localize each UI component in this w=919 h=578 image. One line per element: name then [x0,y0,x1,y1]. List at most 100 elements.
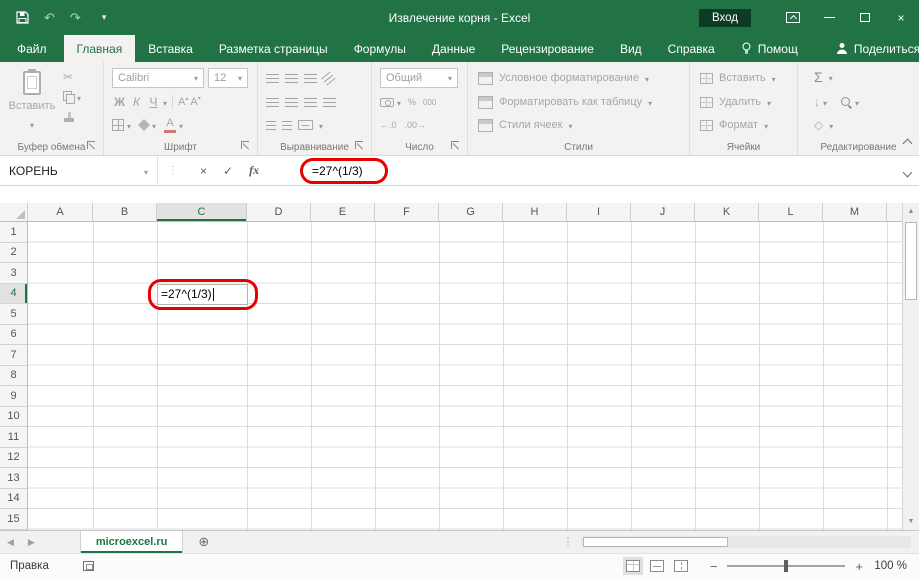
conditional-formatting-button[interactable]: Условное форматирование [478,68,649,88]
row-header-3[interactable]: 3 [0,263,27,284]
font-dialog-launcher[interactable] [241,141,251,151]
formula-input[interactable]: =27^(1/3) [312,156,363,185]
accounting-format-button[interactable] [380,95,401,109]
redo-button[interactable]: ↷ [70,10,81,26]
tab-formulas[interactable]: Формулы [341,35,419,62]
column-header-d[interactable]: D [247,203,311,221]
macro-record-icon[interactable] [83,561,94,571]
grid-cells-area[interactable] [28,222,902,530]
alignment-dialog-launcher[interactable] [355,141,365,151]
find-select-button[interactable] [841,95,859,109]
column-header-b[interactable]: B [93,203,157,221]
tab-help[interactable]: Справка [655,35,728,62]
undo-button[interactable]: ↶ [44,10,55,26]
view-normal-button[interactable] [626,560,640,572]
align-bottom-icon[interactable] [304,74,317,83]
fill-button[interactable]: ↓ [814,95,827,109]
align-left-icon[interactable] [266,98,279,107]
insert-cells-button[interactable]: Вставить [700,68,776,88]
row-header-15[interactable]: 15 [0,509,27,530]
minimize-button[interactable] [811,0,847,35]
zoom-level[interactable]: 100 % [873,560,907,572]
align-center-icon[interactable] [285,98,298,107]
row-header-12[interactable]: 12 [0,448,27,469]
font-size-combo[interactable]: 12 [208,68,248,88]
scroll-up-button[interactable]: ▲ [903,203,919,220]
name-box[interactable]: КОРЕНЬ [0,156,158,185]
column-header-i[interactable]: I [567,203,631,221]
paste-button[interactable]: Вставить [7,68,57,134]
column-header-f[interactable]: F [375,203,439,221]
tab-review[interactable]: Рецензирование [488,35,607,62]
close-button[interactable]: × [883,0,919,35]
horizontal-scrollbar[interactable] [581,536,911,548]
format-painter-button[interactable] [63,110,81,124]
row-header-11[interactable]: 11 [0,427,27,448]
zoom-out-button[interactable]: − [710,559,718,574]
collapse-ribbon-button[interactable] [904,136,911,150]
scroll-down-button[interactable]: ▼ [903,513,919,530]
row-header-5[interactable]: 5 [0,304,27,325]
italic-button[interactable]: К [129,95,144,109]
tab-insert[interactable]: Вставка [135,35,206,62]
zoom-thumb[interactable] [784,560,788,572]
vertical-scrollbar[interactable]: ▲ ▼ [902,203,919,530]
format-as-table-button[interactable]: Форматировать как таблицу [478,92,652,112]
active-cell-editor[interactable]: =27^(1/3) [157,284,248,305]
row-header-6[interactable]: 6 [0,325,27,346]
column-header-m[interactable]: M [823,203,887,221]
share-button[interactable]: Поделиться [823,35,919,62]
increase-indent-icon[interactable] [282,121,292,130]
select-all-button[interactable] [0,203,28,221]
row-header-8[interactable]: 8 [0,366,27,387]
delete-cells-button[interactable]: Удалить [700,92,771,112]
row-header-7[interactable]: 7 [0,345,27,366]
signin-button[interactable]: Вход [699,9,751,27]
column-header-j[interactable]: J [631,203,695,221]
decrease-decimal-button[interactable]: .00→ [405,120,427,130]
tab-file[interactable]: Файл [0,35,64,62]
horizontal-scrollbar-thumb[interactable] [583,537,728,547]
tab-data[interactable]: Данные [419,35,488,62]
cancel-button[interactable]: × [200,164,207,178]
increase-decimal-button[interactable]: ←.0 [380,120,397,130]
clipboard-dialog-launcher[interactable] [87,141,97,151]
row-header-14[interactable]: 14 [0,489,27,510]
comma-style-button[interactable]: 000 [423,98,436,107]
formula-bar-expand-button[interactable] [904,165,911,179]
sheet-tab-active[interactable]: microexcel.ru [80,531,184,553]
sheetbar-splitter[interactable]: ⋮ [563,537,573,548]
zoom-in-button[interactable]: + [855,559,863,574]
tab-page-layout[interactable]: Разметка страницы [206,35,341,62]
number-dialog-launcher[interactable] [451,141,461,151]
align-top-icon[interactable] [266,74,279,83]
save-icon[interactable] [16,11,29,24]
qat-customize-button[interactable]: ▾ [102,12,107,23]
font-family-combo[interactable]: Calibri [112,68,204,88]
cell-styles-button[interactable]: Стили ячеек [478,115,573,135]
format-cells-button[interactable]: Формат [700,115,768,135]
formula-bar-splitter[interactable]: ⋮ [168,156,178,185]
column-header-e[interactable]: E [311,203,375,221]
align-middle-icon[interactable] [285,74,298,83]
bold-button[interactable]: Ж [112,95,127,109]
row-header-1[interactable]: 1 [0,222,27,243]
new-sheet-button[interactable]: ⊕ [198,534,209,550]
row-header-13[interactable]: 13 [0,468,27,489]
tab-home[interactable]: Главная [64,35,136,62]
column-header-k[interactable]: K [695,203,759,221]
merge-center-icon[interactable] [298,120,313,130]
tell-me-button[interactable]: Помощ [728,35,811,62]
row-header-9[interactable]: 9 [0,386,27,407]
number-format-combo[interactable]: Общий [380,68,458,88]
sheet-nav-right-button[interactable]: ▶ [21,537,42,548]
font-color-button[interactable]: А [164,118,183,133]
row-header-10[interactable]: 10 [0,407,27,428]
insert-function-button[interactable]: fx [249,163,259,178]
vertical-scrollbar-thumb[interactable] [905,222,917,300]
decrease-indent-icon[interactable] [266,121,276,130]
column-header-c[interactable]: C [157,203,247,221]
view-page-break-button[interactable] [674,560,688,572]
fill-color-button[interactable] [139,118,156,132]
ribbon-display-options-button[interactable] [775,0,811,35]
